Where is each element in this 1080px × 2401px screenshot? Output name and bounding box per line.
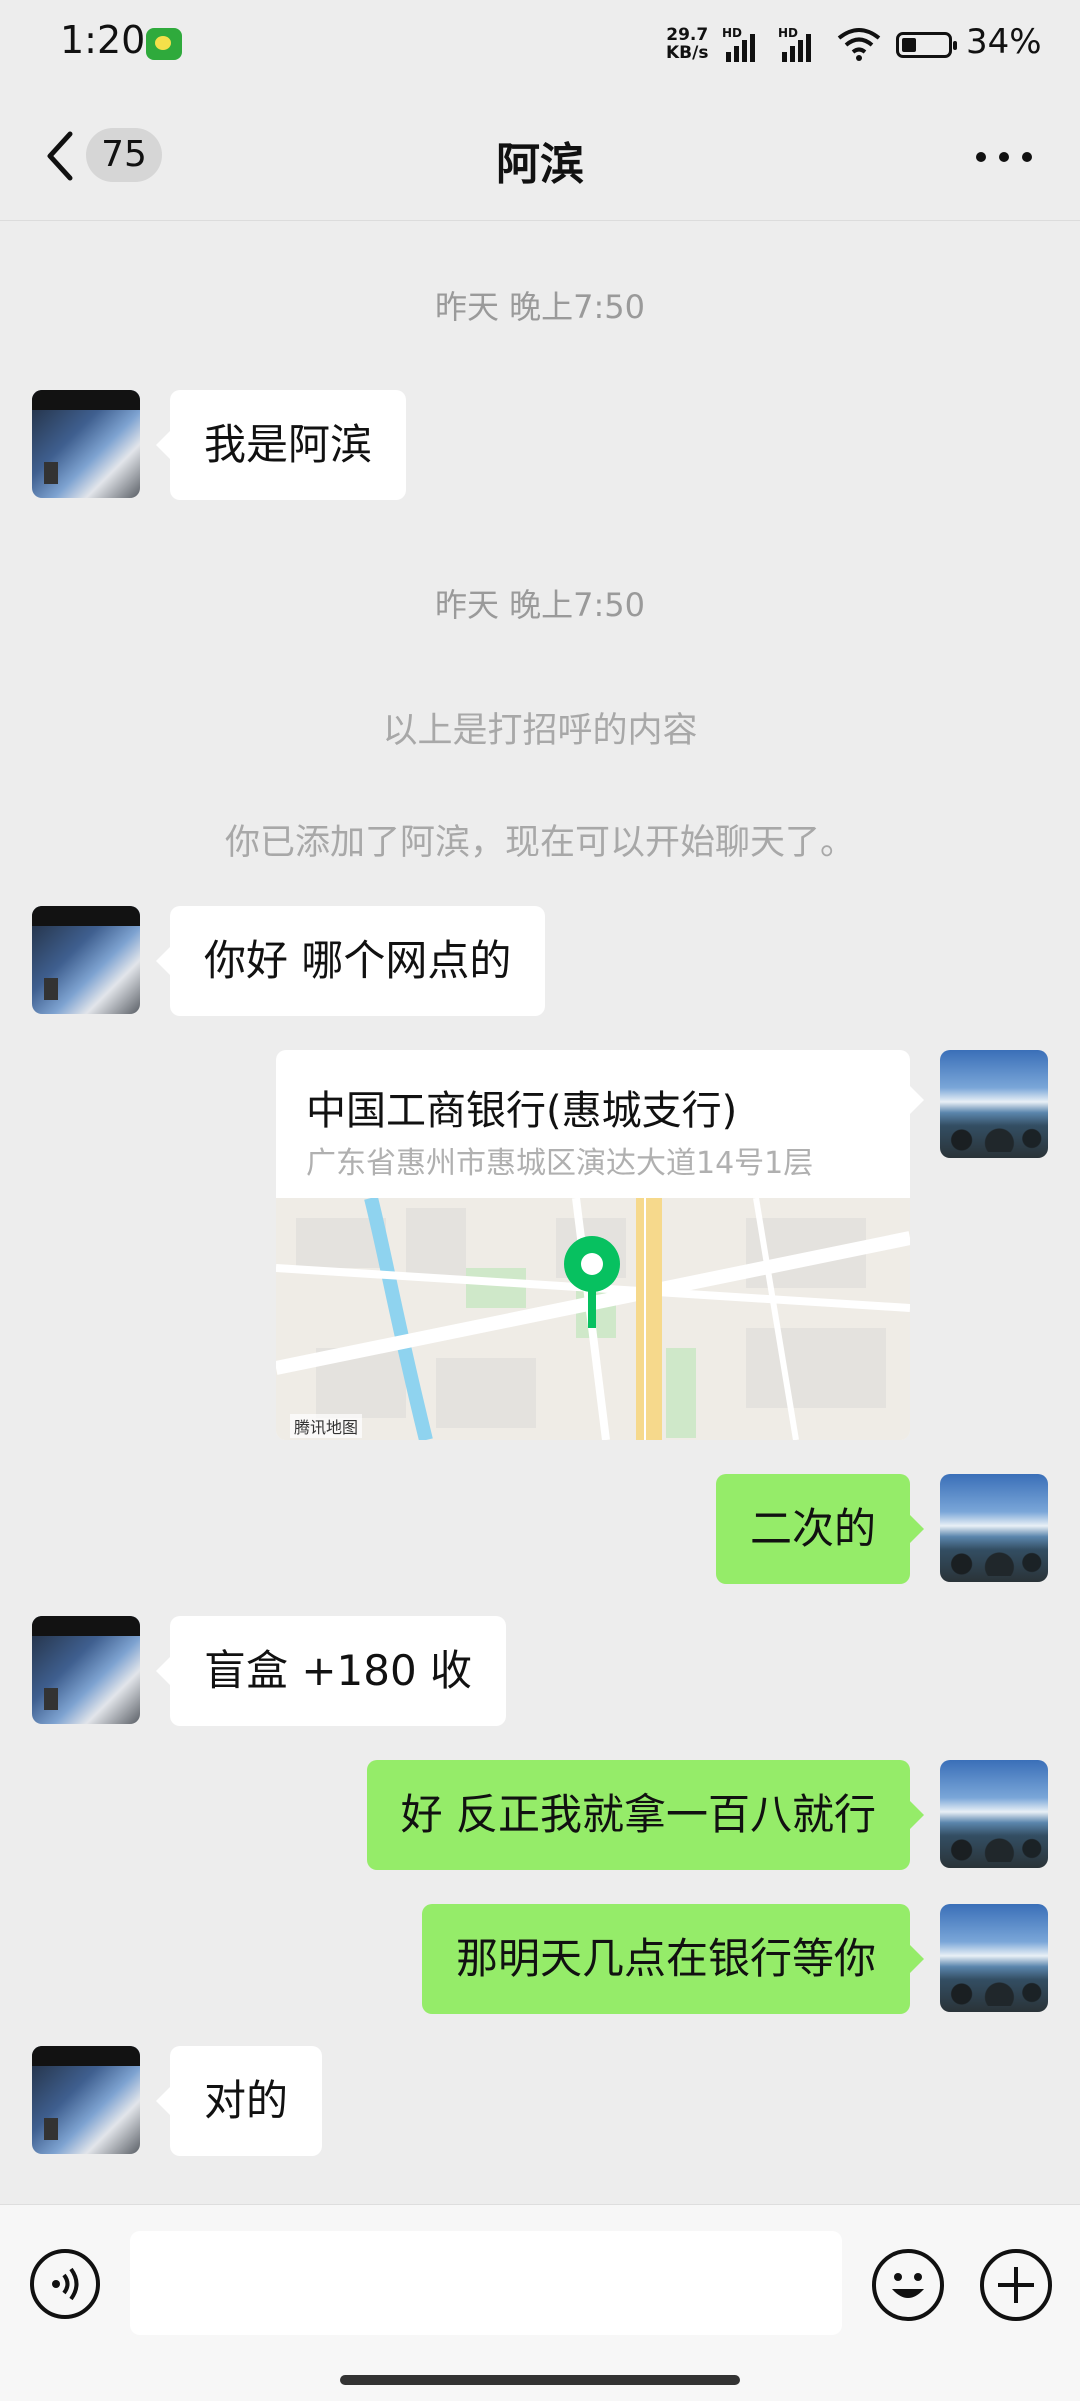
chat-title: 阿滨	[496, 139, 584, 190]
battery-percent: 34%	[966, 22, 1042, 62]
status-bar: 1:20 29.7 KB/s HD HD 34%	[0, 0, 1080, 90]
message-timestamp: 昨天 晚上7:50	[434, 586, 646, 624]
battery-icon	[896, 32, 957, 58]
emoji-button[interactable]	[872, 2249, 944, 2321]
my-avatar[interactable]	[940, 1904, 1048, 2012]
received-message[interactable]: 对的	[155, 2046, 323, 2156]
my-avatar[interactable]	[940, 1050, 1048, 1158]
network-speed-unit: KB/s	[666, 43, 709, 63]
more-options-icon[interactable]	[976, 152, 1032, 162]
sim2-signal-icon: HD	[778, 26, 828, 62]
status-time: 1:20	[60, 18, 146, 62]
plus-icon	[998, 2267, 1034, 2303]
message-input[interactable]	[130, 2231, 842, 2335]
home-indicator[interactable]	[340, 2375, 740, 2385]
chat-header: 75 阿滨	[0, 90, 1080, 221]
location-message[interactable]: 中国工商银行(惠城支行) 广东省惠州市惠城区演达大道14号1层 腾讯地图	[276, 1050, 926, 1440]
friend-avatar[interactable]	[32, 1616, 140, 1724]
message-timestamp: 昨天 晚上7:50	[434, 288, 646, 326]
more-functions-button[interactable]	[980, 2249, 1052, 2321]
location-card[interactable]: 中国工商银行(惠城支行) 广东省惠州市惠城区演达大道14号1层 腾讯地图	[276, 1050, 910, 1440]
system-notice: 以上是打招呼的内容	[382, 711, 698, 751]
sent-message[interactable]: 好 反正我就拿一百八就行	[366, 1760, 925, 1870]
network-speed-value: 29.7	[666, 25, 709, 45]
map-graphic	[276, 1198, 910, 1440]
sent-message[interactable]: 二次的	[715, 1474, 925, 1584]
input-bar	[0, 2204, 1080, 2401]
location-name: 中国工商银行(惠城支行)	[306, 1088, 738, 1134]
system-notice: 你已添加了阿滨，现在可以开始聊天了。	[224, 823, 855, 863]
emoji-icon	[892, 2273, 924, 2298]
friend-avatar[interactable]	[32, 906, 140, 1014]
received-message[interactable]: 我是阿滨	[155, 390, 407, 500]
my-avatar[interactable]	[940, 1474, 1048, 1582]
map-preview[interactable]: 腾讯地图	[276, 1198, 910, 1440]
my-avatar[interactable]	[940, 1760, 1048, 1868]
sent-message[interactable]: 那明天几点在银行等你	[421, 1904, 925, 2014]
friend-avatar[interactable]	[32, 390, 140, 498]
voice-input-button[interactable]	[30, 2249, 100, 2319]
received-message[interactable]: 盲盒 +180 收	[155, 1616, 507, 1726]
received-message[interactable]: 你好 哪个网点的	[155, 906, 546, 1016]
wifi-icon	[837, 28, 881, 61]
sim1-signal-icon: HD	[722, 26, 772, 62]
friend-avatar[interactable]	[32, 2046, 140, 2154]
map-provider-label: 腾讯地图	[290, 1414, 363, 1438]
wechat-notification-icon	[146, 28, 182, 60]
location-address: 广东省惠州市惠城区演达大道14号1层	[306, 1146, 814, 1181]
network-speed: 29.7 KB/s	[666, 26, 708, 62]
voice-icon	[52, 2267, 79, 2301]
